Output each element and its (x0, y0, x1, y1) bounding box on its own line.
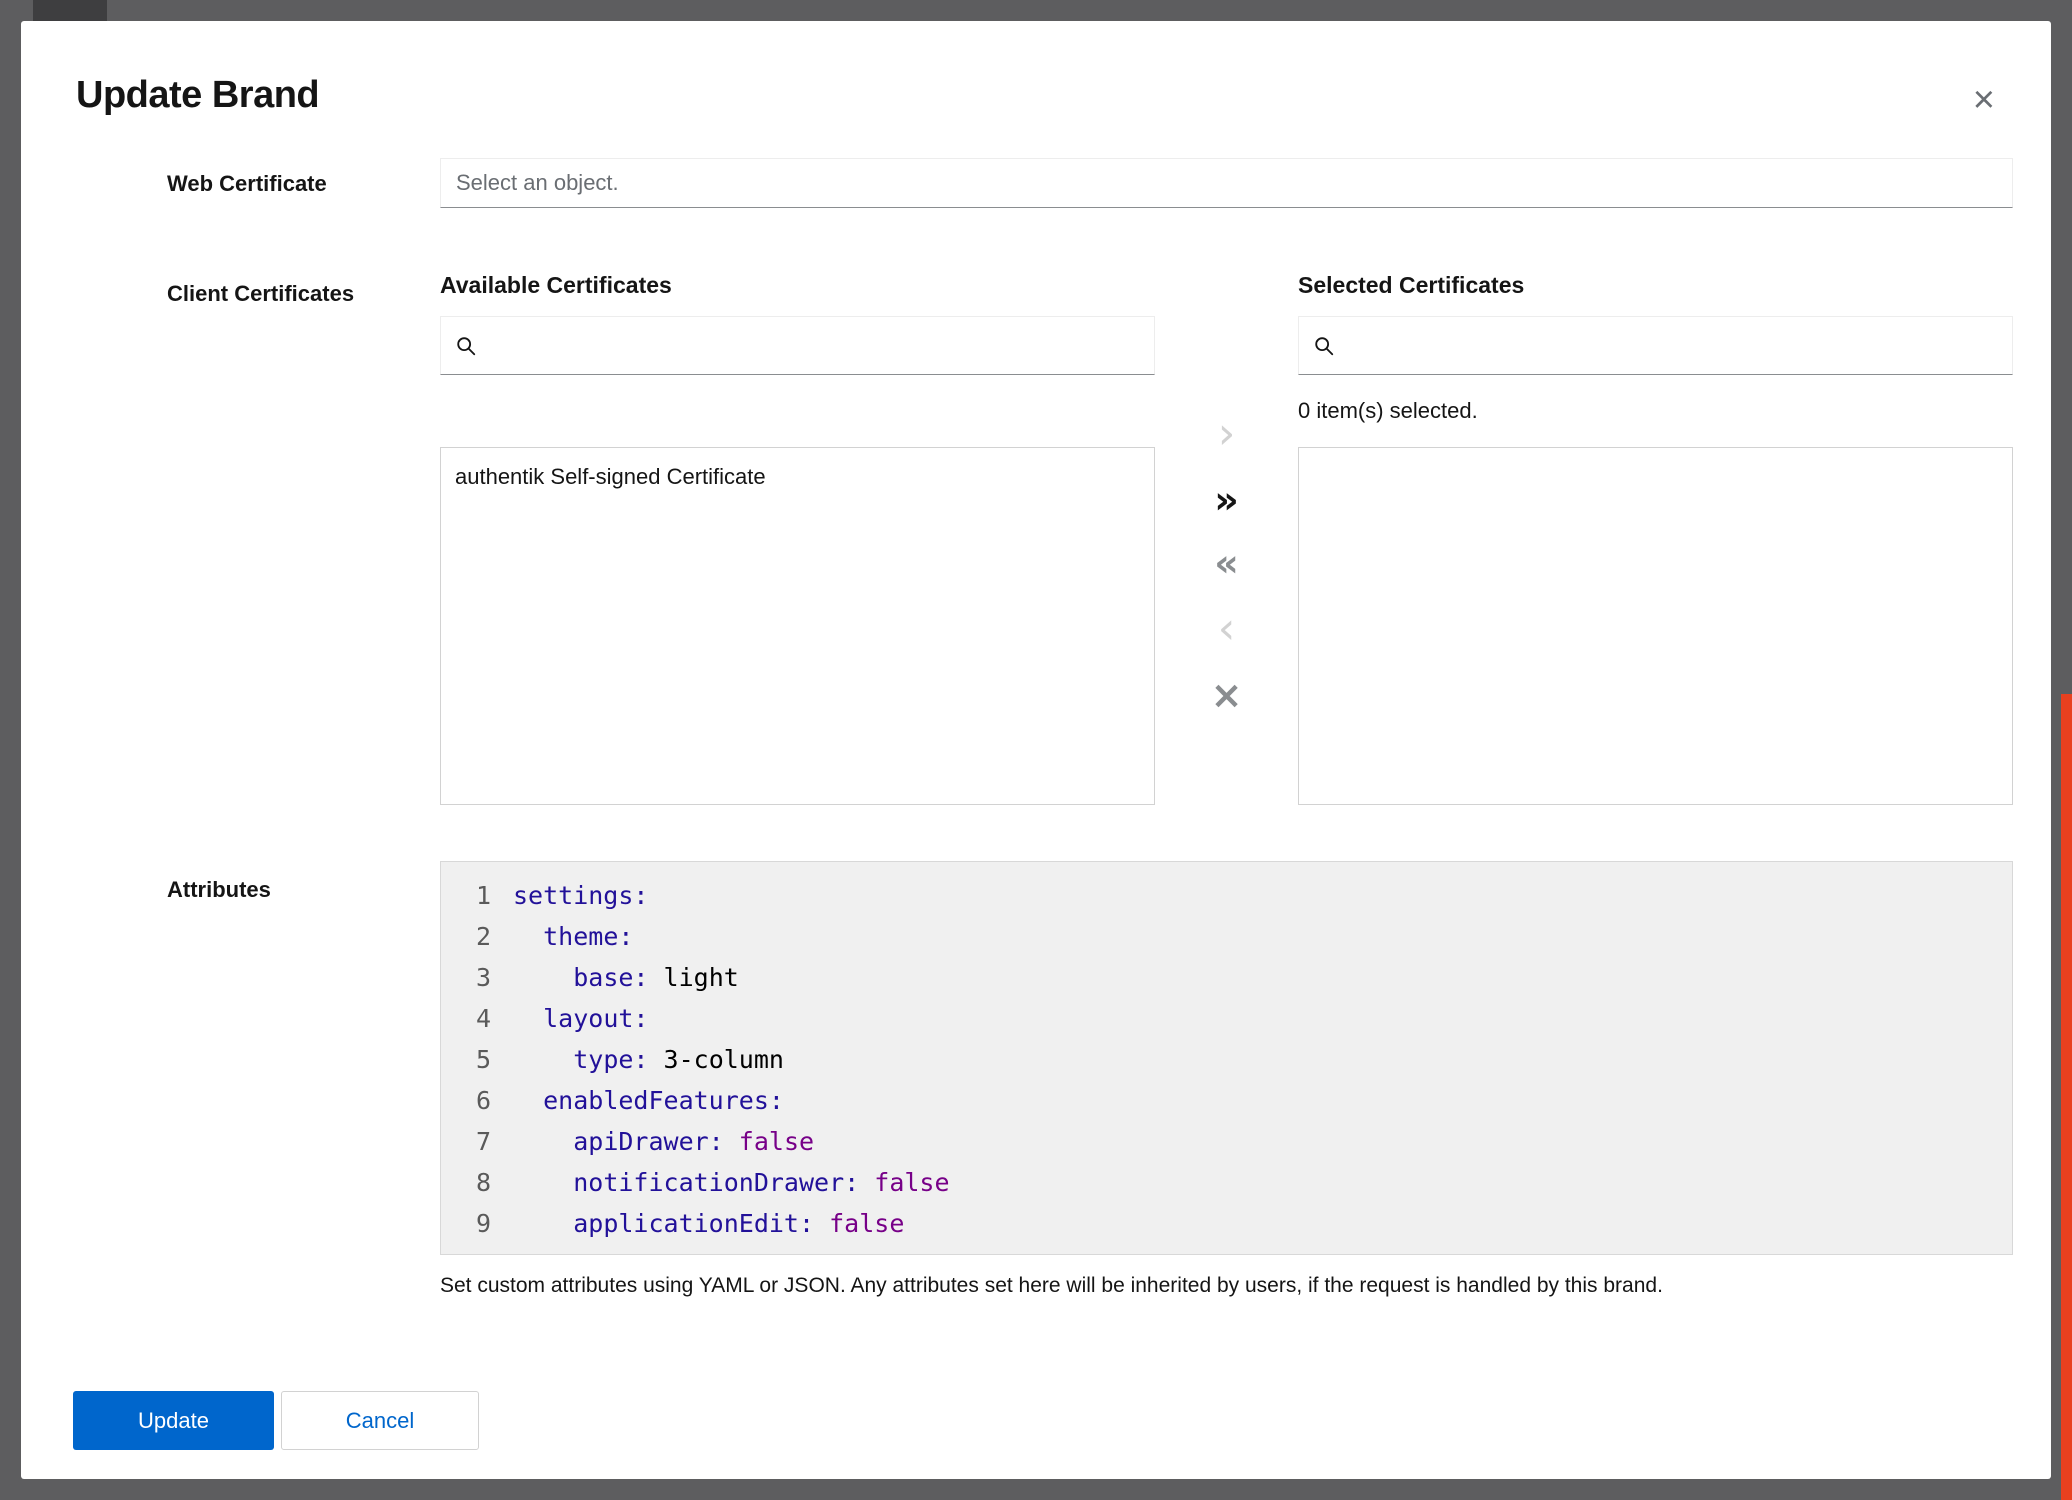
available-status (440, 375, 1155, 447)
modal-footer: Update Cancel (73, 1391, 2051, 1450)
attributes-help-text: Set custom attributes using YAML or JSON… (440, 1273, 2013, 1299)
line-number: 5 (441, 1039, 491, 1080)
selected-certificates-pane: Selected Certificates 0 item(s) selected… (1298, 271, 2013, 805)
selected-status: 0 item(s) selected. (1298, 375, 2013, 447)
move-selected-right-button[interactable]: › (1218, 412, 1236, 456)
modal-header: Update Brand × (21, 21, 2051, 117)
attributes-label: Attributes (167, 861, 440, 903)
available-search-input[interactable] (489, 317, 1140, 374)
client-certificates-row: Client Certificates Available Certificat… (21, 271, 2051, 805)
code-line: 7 apiDrawer: false (441, 1121, 2012, 1162)
code-line: 6 enabledFeatures: (441, 1080, 2012, 1121)
certificate-option[interactable]: authentik Self-signed Certificate (441, 448, 1154, 506)
available-search (440, 316, 1155, 375)
web-certificate-row: Web Certificate (21, 158, 2051, 208)
selected-certificates-title: Selected Certificates (1298, 271, 2013, 299)
line-number: 2 (441, 916, 491, 957)
selected-search-input[interactable] (1347, 317, 1998, 374)
background-tab (33, 0, 107, 21)
search-icon (455, 335, 477, 357)
web-certificate-input[interactable] (440, 158, 2013, 208)
background-accent-bar (2061, 694, 2072, 1500)
update-button[interactable]: Update (73, 1391, 274, 1450)
attributes-editor[interactable]: 1settings:2 theme:3 base: light4 layout:… (440, 861, 2013, 1255)
client-certificates-label: Client Certificates (167, 271, 440, 307)
cancel-button[interactable]: Cancel (281, 1391, 479, 1450)
move-all-right-button[interactable]: » (1214, 481, 1239, 519)
code-line: 4 layout: (441, 998, 2012, 1039)
line-number: 3 (441, 957, 491, 998)
line-number: 4 (441, 998, 491, 1039)
code-line: 1settings: (441, 875, 2012, 916)
clear-selection-button[interactable]: × (1211, 676, 1243, 714)
close-icon[interactable]: × (1973, 81, 1995, 119)
line-number: 8 (441, 1162, 491, 1203)
move-all-left-button[interactable]: « (1214, 544, 1239, 582)
line-number: 1 (441, 875, 491, 916)
available-certificates-title: Available Certificates (440, 271, 1155, 299)
code-line: 5 type: 3-column (441, 1039, 2012, 1080)
code-line: 2 theme: (441, 916, 2012, 957)
available-certificates-pane: Available Certificates authentik Self-si… (440, 271, 1155, 805)
modal-title: Update Brand (76, 73, 1995, 117)
line-number: 7 (441, 1121, 491, 1162)
line-number: 6 (441, 1080, 491, 1121)
web-certificate-label: Web Certificate (167, 158, 440, 197)
selected-search (1298, 316, 2013, 375)
code-line: 3 base: light (441, 957, 2012, 998)
dual-list-selector: Available Certificates authentik Self-si… (440, 271, 2013, 805)
code-line: 8 notificationDrawer: false (441, 1162, 2012, 1203)
line-number: 9 (441, 1203, 491, 1244)
search-icon (1313, 335, 1335, 357)
code-line: 9 applicationEdit: false (441, 1203, 2012, 1244)
available-certificates-list[interactable]: authentik Self-signed Certificate (440, 447, 1155, 805)
selected-certificates-list[interactable] (1298, 447, 2013, 805)
update-brand-modal: Update Brand × Web Certificate Client Ce… (21, 21, 2051, 1479)
dual-list-controls: › » « ‹ × (1155, 271, 1298, 805)
move-selected-left-button[interactable]: ‹ (1218, 607, 1236, 651)
attributes-row: Attributes 1settings:2 theme:3 base: lig… (21, 861, 2051, 1299)
